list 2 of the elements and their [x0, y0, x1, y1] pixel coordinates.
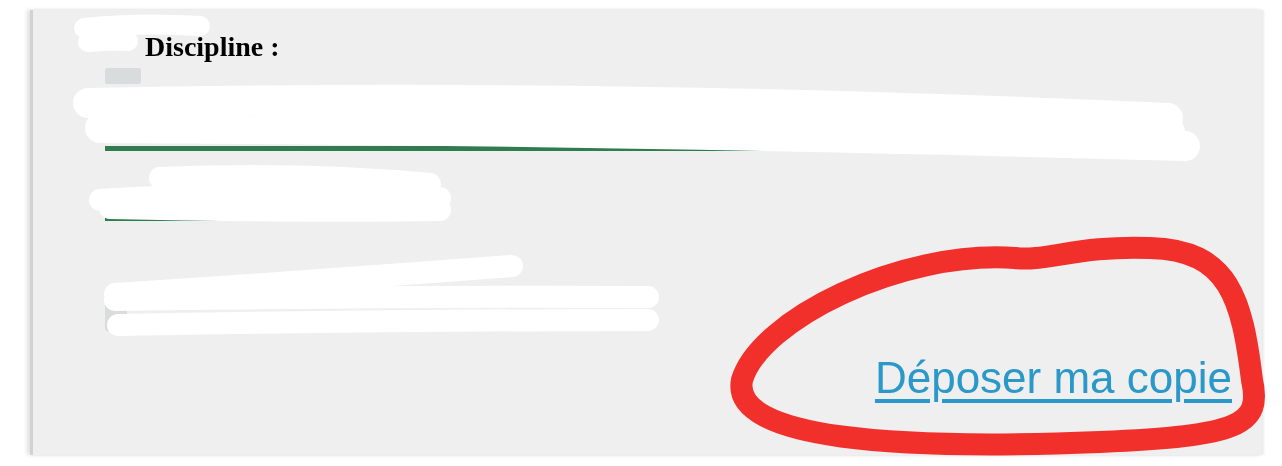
upload-copy-link[interactable]: Déposer ma copie — [874, 353, 1232, 403]
discipline-label: Discipline : — [145, 30, 280, 64]
